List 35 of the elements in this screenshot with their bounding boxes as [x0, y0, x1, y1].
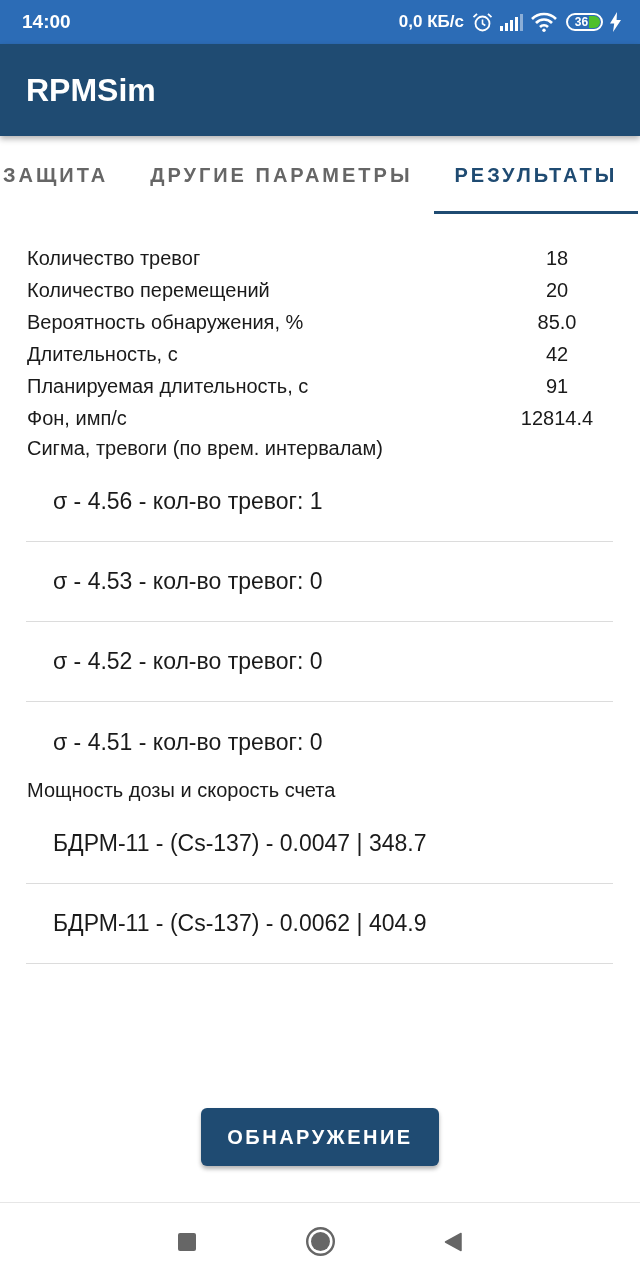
result-label: Фон, имп/с — [27, 406, 128, 431]
result-value: 91 — [544, 374, 570, 399]
result-value: 85.0 — [536, 310, 578, 335]
battery-indicator: 36 — [566, 13, 603, 31]
app-title: RPMSim — [26, 71, 156, 109]
section-heading: Сигма, тревоги (по врем. интервалам) — [26, 436, 384, 461]
result-value: 20 — [544, 278, 570, 303]
result-label: Количество перемещений — [27, 278, 271, 303]
result-label: Вероятность обнаружения, % — [27, 310, 305, 335]
section-heading: Мощность дозы и скорость счета — [26, 778, 337, 803]
result-label: Количество тревог — [27, 246, 202, 271]
square-icon — [178, 1232, 196, 1251]
result-label: Длительность, с — [27, 342, 179, 367]
list-item: БДРМ-11 - (Cs-137) - 0.0062 | 404.9 — [26, 884, 613, 964]
wifi-icon — [531, 12, 557, 32]
charging-bolt-icon — [610, 12, 621, 32]
detection-button[interactable]: ОБНАРУЖЕНИЕ — [201, 1108, 439, 1166]
list-item: σ - 4.52 - кол-во тревог: 0 — [26, 622, 613, 702]
list-item: σ - 4.51 - кол-во тревог: 0 — [52, 727, 324, 757]
result-value: 18 — [544, 246, 570, 271]
list-item: σ - 4.56 - кол-во тревог: 1 — [26, 462, 613, 542]
circle-icon — [305, 1227, 335, 1256]
list-item: БДРМ-11 - (Cs-137) - 0.0047 | 348.7 — [26, 804, 613, 884]
tab[interactable]: ЗАЩИТА — [3, 136, 130, 214]
tab[interactable]: РЕЗУЛЬТАТЫ — [433, 136, 639, 214]
alarm-clock-icon — [472, 11, 493, 33]
network-speed: 0,0 КБ/с — [398, 12, 464, 32]
clock-time: 14:00 — [22, 11, 71, 33]
triangle-icon — [444, 1231, 462, 1252]
result-value: 12814.4 — [519, 406, 595, 431]
signal-bars-icon — [500, 13, 524, 31]
result-value: 42 — [544, 342, 570, 367]
list-item: σ - 4.53 - кол-во тревог: 0 — [26, 542, 613, 622]
tab[interactable]: ДРУГИЕ ПАРАМЕТРЫ — [129, 136, 434, 214]
result-label: Планируемая длительность, с — [27, 374, 310, 399]
